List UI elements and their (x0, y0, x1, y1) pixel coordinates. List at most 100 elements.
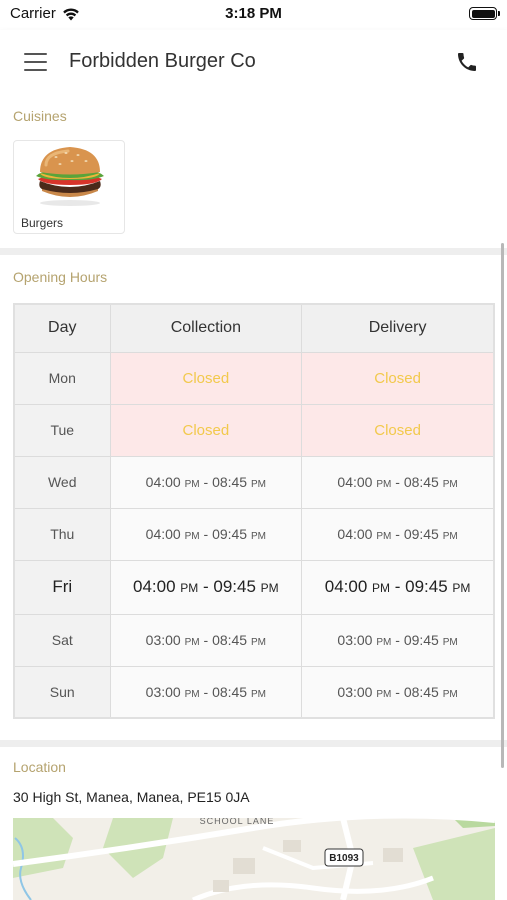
time-separator: - (391, 526, 404, 542)
hours-delivery: 04:00 PM - 09:45 PM (301, 559, 495, 615)
hours-delivery: 03:00 PM - 08:45 PM (301, 665, 495, 719)
hours-row-wed: Wed 04:00 PM - 08:45 PM 04:00 PM - 08:45 P… (13, 455, 495, 509)
time-separator: - (199, 526, 213, 542)
time-suffix: PM (180, 581, 199, 595)
hours-day: Sat (13, 613, 111, 667)
hours-delivery: Closed (301, 403, 495, 457)
time-separator: - (198, 577, 214, 596)
hours-day: Fri (13, 559, 111, 615)
time-suffix: PM (184, 531, 200, 542)
time-separator: - (199, 474, 213, 490)
time-from: 04:00 (337, 474, 373, 490)
time-from: 04:00 (324, 577, 368, 596)
time-from: 04:00 (337, 526, 373, 542)
time-separator: - (391, 683, 404, 700)
time-suffix: PM (251, 479, 266, 490)
time-to: 08:45 (212, 683, 248, 700)
location-section: Location 30 High St, Manea, Manea, PE15 … (0, 747, 507, 900)
time-to: 09:45 (403, 526, 439, 542)
section-divider (0, 740, 507, 747)
time-suffix: PM (452, 581, 471, 595)
hours-row-fri: Fri 04:00 PM - 09:45 PM 04:00 PM - 09:45 P… (13, 559, 495, 615)
hours-day: Wed (13, 455, 111, 509)
time-suffix: PM (372, 581, 391, 595)
hours-delivery: 04:00 PM - 09:45 PM (301, 507, 495, 561)
hamburger-menu-icon[interactable] (24, 53, 47, 71)
time-to: 08:45 (212, 474, 248, 490)
time-suffix: PM (442, 688, 458, 700)
hours-collection: 04:00 PM - 09:45 PM (109, 559, 303, 615)
status-bar: Carrier 3:18 PM (0, 0, 507, 30)
cuisine-card-burgers[interactable]: Burgers (13, 140, 125, 234)
time-suffix: PM (442, 531, 458, 542)
time-suffix: PM (251, 688, 266, 700)
time-to: 09:45 (213, 577, 256, 596)
time-to: 09:45 (403, 632, 439, 648)
app-header: Forbidden Burger Co (0, 30, 507, 98)
scrollbar[interactable] (501, 243, 504, 768)
hours-row-mon: Mon Closed Closed (13, 351, 495, 405)
battery-icon (469, 7, 500, 20)
hours-row-thu: Thu 04:00 PM - 09:45 PM 04:00 PM - 09:45 P… (13, 507, 495, 561)
hours-row-sun: Sun 03:00 PM - 08:45 PM 03:00 PM - 08:45 P… (13, 665, 495, 719)
hours-collection: 03:00 PM - 08:45 PM (109, 665, 303, 719)
time-separator: - (199, 683, 213, 700)
hours-collection: Closed (109, 351, 303, 405)
opening-hours-label: Opening Hours (13, 269, 108, 285)
map-road-label: SCHOOL LANE (200, 818, 275, 826)
time-from: 03:00 (145, 632, 181, 648)
time-to: 08:45 (403, 474, 439, 490)
time-from: 04:00 (145, 474, 181, 490)
hours-day: Thu (13, 507, 111, 561)
page-title: Forbidden Burger Co (69, 50, 256, 72)
time-from: 04:00 (145, 526, 181, 542)
cuisines-section: Cuisines Burgers (0, 98, 507, 248)
hours-collection: 03:00 PM - 08:45 PM (109, 613, 303, 667)
section-divider (0, 248, 507, 255)
time-from: 03:00 (337, 683, 373, 700)
location-map[interactable]: SCHOOL LANE B1093 (13, 818, 495, 900)
time-to: 08:45 (212, 632, 248, 648)
hours-row-sat: Sat 03:00 PM - 08:45 PM 03:00 PM - 09:45 P… (13, 613, 495, 667)
column-header-collection: Collection (109, 303, 303, 353)
time-to: 08:45 (403, 683, 439, 700)
hours-day: Sun (13, 665, 111, 719)
time-suffix: PM (442, 479, 458, 490)
column-header-day: Day (13, 303, 111, 353)
hours-delivery: Closed (301, 351, 495, 405)
hours-collection: Closed (109, 403, 303, 457)
cuisines-label: Cuisines (13, 108, 67, 124)
hours-delivery: 03:00 PM - 09:45 PM (301, 613, 495, 667)
time-suffix: PM (184, 479, 200, 490)
time-to: 09:45 (405, 577, 448, 596)
time-suffix: PM (376, 531, 392, 542)
time-to: 09:45 (212, 526, 248, 542)
time-separator: - (199, 632, 213, 648)
time-separator: - (391, 632, 404, 648)
hours-day: Mon (13, 351, 111, 405)
time-separator: - (391, 474, 404, 490)
hours-day: Tue (13, 403, 111, 457)
time-suffix: PM (376, 637, 392, 648)
cuisine-name: Burgers (21, 216, 64, 230)
column-header-delivery: Delivery (301, 303, 495, 353)
phone-icon[interactable] (455, 49, 479, 75)
location-label: Location (13, 759, 66, 775)
time-from: 03:00 (337, 632, 373, 648)
burger-image (36, 147, 104, 206)
address-text: 30 High St, Manea, Manea, PE15 0JA (13, 789, 250, 805)
time-suffix: PM (260, 581, 279, 595)
hours-collection: 04:00 PM - 08:45 PM (109, 455, 303, 509)
time-from: 04:00 (133, 577, 176, 596)
time-suffix: PM (184, 637, 200, 648)
status-time: 3:18 PM (225, 5, 282, 22)
time-separator: - (390, 577, 406, 596)
map-road-sign: B1093 (329, 853, 359, 864)
time-suffix: PM (376, 479, 392, 490)
table-header-row: Day Collection Delivery (13, 303, 495, 353)
opening-hours-table: Day Collection Delivery Mon Closed Closed T… (13, 303, 495, 719)
hours-row-tue: Tue Closed Closed (13, 403, 495, 457)
map-graphic: SCHOOL LANE B1093 (13, 818, 495, 900)
hours-delivery: 04:00 PM - 08:45 PM (301, 455, 495, 509)
time-suffix: PM (251, 637, 266, 648)
